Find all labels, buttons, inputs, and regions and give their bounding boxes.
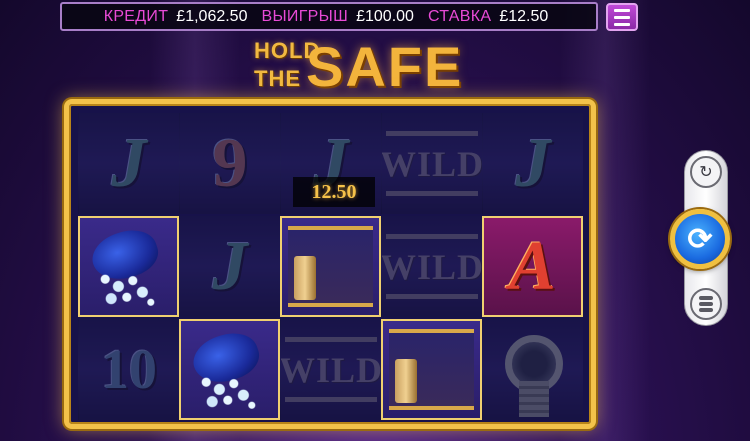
menu-button[interactable]: [606, 3, 638, 31]
symbol-wild: WILD: [281, 337, 381, 402]
win-label: ВЫИГРЫШ: [261, 7, 349, 25]
reel-cell: J: [482, 113, 583, 214]
win-amount-label: 12.50: [293, 177, 375, 207]
credit-label: КРЕДИТ: [103, 7, 169, 25]
reel-cell: 9: [179, 113, 280, 214]
symbol-wild: WILD: [382, 131, 482, 196]
autoplay-icon: ↻: [699, 164, 713, 181]
symbol-10: 10: [101, 338, 157, 401]
game-stage: КРЕДИТ £1,062.50 ВЫИГРЫШ £100.00 СТАВКА …: [0, 0, 750, 441]
win-value: £100.00: [356, 7, 414, 25]
logo-safe-text: SAFE: [306, 35, 464, 98]
reel-cell: WILD: [381, 216, 482, 317]
reel-cell-highlighted: [381, 319, 482, 420]
coin-stack-icon: [699, 296, 713, 300]
autoplay-button[interactable]: ↻: [690, 156, 722, 188]
reel-cell: 10: [78, 319, 179, 420]
watch-icon: [505, 335, 563, 393]
reel-cell: WILD: [280, 319, 381, 420]
bet-value: £12.50: [499, 7, 549, 25]
reel-cell-highlighted: [78, 216, 179, 317]
reel-cell-highlighted: [179, 319, 280, 420]
symbol-wild: WILD: [382, 234, 482, 299]
symbol-9: 9: [212, 124, 248, 202]
symbol-j: J: [212, 227, 248, 305]
reel-cell: J: [78, 113, 179, 214]
game-logo: HOLD THE SAFE: [254, 36, 461, 100]
reel-grid: J 9 J WILD J J WILD A 10 WILD: [78, 113, 583, 421]
safe-symbol-icon: [288, 226, 373, 307]
gold-bar-icon: [395, 359, 417, 403]
reel-cell-highlighted: [280, 216, 381, 317]
gold-bar-icon: [294, 256, 316, 300]
diamonds-icon: [199, 375, 259, 411]
logo-the-text: THE: [254, 66, 301, 91]
safe-symbol-icon: [389, 329, 474, 410]
symbol-ace: A: [509, 227, 556, 305]
symbol-j: J: [111, 124, 147, 202]
reel-cell: J: [179, 216, 280, 317]
diamonds-icon: [98, 272, 158, 308]
reel-cell-highlighted: A: [482, 216, 583, 317]
symbol-j: J: [515, 124, 551, 202]
bet-label: СТАВКА: [427, 7, 492, 25]
reel-cell: [482, 319, 583, 420]
hamburger-menu-icon: [614, 8, 630, 12]
spin-arrows-icon: ⟳: [687, 222, 713, 256]
bet-coins-button[interactable]: [690, 288, 722, 320]
spin-button[interactable]: ⟳: [670, 209, 730, 269]
reel-cell: WILD: [381, 113, 482, 214]
balance-bar: КРЕДИТ £1,062.50 ВЫИГРЫШ £100.00 СТАВКА …: [60, 2, 598, 31]
credit-value: £1,062.50: [176, 7, 248, 25]
watch-band: [519, 381, 549, 417]
